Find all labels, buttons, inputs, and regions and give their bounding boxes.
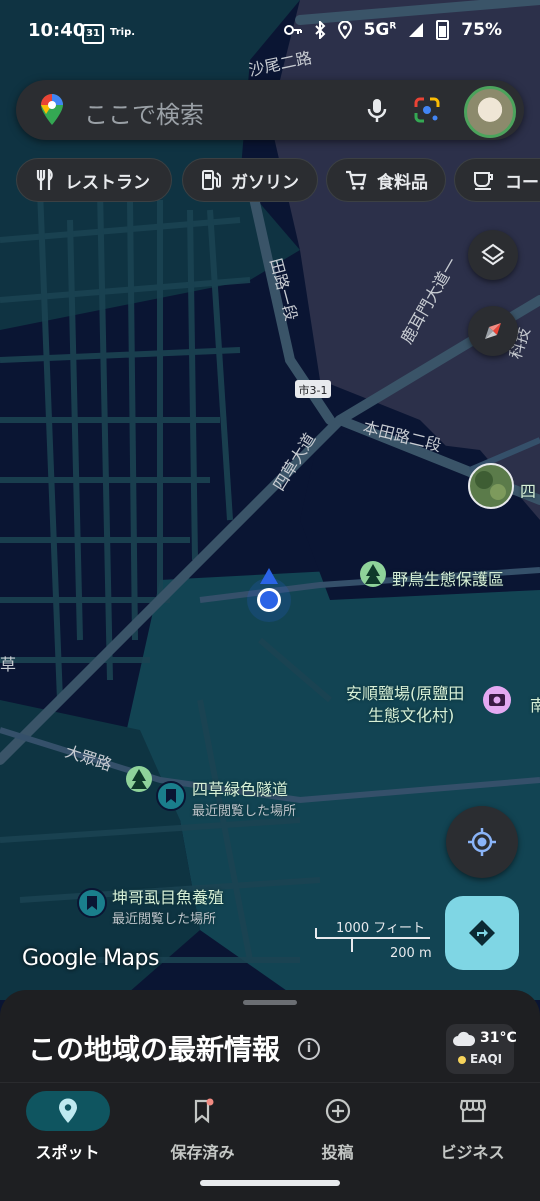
battery-icon [436,20,450,40]
edge-place-label[interactable]: 南 [530,692,540,716]
search-input[interactable]: ここで検索 [84,95,204,130]
chip-grocery[interactable]: 食料品 [326,158,446,202]
place-pin-icon [58,1098,77,1123]
bookmark-icon [77,888,107,918]
status-bar: 10:40 31 Trip. 5GR 75% [0,0,540,66]
nav-contribute[interactable]: 投稿 [270,1083,405,1173]
park-icon [126,766,152,792]
place-label[interactable]: 安順鹽場(原鹽田 生態文化村) [346,683,464,727]
vpn-key-icon [283,25,302,35]
restaurant-icon [36,169,53,190]
search-bar[interactable]: ここで検索 [16,80,524,140]
bookmark-icon [156,781,186,811]
grocery-cart-icon [346,170,367,190]
microphone-icon[interactable] [362,95,392,125]
camera-icon [483,686,511,714]
google-maps-pin-icon [41,94,63,125]
home-indicator[interactable] [200,1180,340,1186]
clock: 10:40 [28,20,86,41]
place-label[interactable]: 野鳥生態保護區 [392,566,504,590]
bluetooth-icon [314,21,325,39]
my-location-icon [468,828,496,856]
sheet-title: この地域の最新情報 [28,1033,281,1066]
coffee-icon [474,172,493,190]
nav-saved[interactable]: 保存済み [135,1083,270,1173]
scale-metric: 200 m [390,946,432,961]
edge-place-label[interactable]: 四 [520,478,536,502]
gas-station-icon [202,170,221,190]
google-lens-icon[interactable] [412,95,442,125]
aqi-dot [458,1056,466,1064]
my-location-button[interactable] [446,806,518,878]
directions-icon [469,920,495,946]
storefront-icon [459,1099,486,1123]
sheet-handle[interactable] [243,1000,297,1005]
nav-explore[interactable]: スポット [0,1083,135,1173]
place-label[interactable]: 坤哥虱目魚養殖 最近閲覧した場所 [112,884,224,927]
scale-imperial: 1000 フィート [336,921,425,936]
aqi-label: EAQI [470,1052,503,1066]
signal-icon [409,23,424,37]
nav-business[interactable]: ビジネス [405,1083,540,1173]
partly-cloudy-icon [453,1031,476,1046]
compass-button[interactable] [468,306,518,356]
app-notification-label: Trip. [110,27,136,38]
location-icon [337,21,352,39]
bookmark-outline-icon [194,1098,213,1124]
calendar-icon: 31 [82,24,104,44]
park-icon [360,561,386,587]
layers-icon [481,243,505,266]
layers-button[interactable] [468,230,518,280]
compass-icon [485,323,501,339]
temperature: 31°C [480,1030,517,1046]
category-chips: レストラン ガソリン 食料品 コーヒー [16,158,540,204]
info-icon[interactable]: i [298,1038,320,1060]
chip-coffee[interactable]: コーヒー [454,158,540,202]
chip-gas[interactable]: ガソリン [182,158,318,202]
network-type: 5GR [363,20,397,40]
weather-widget[interactable]: 31°C EAQI [446,1024,517,1074]
road-label: 草 [0,655,16,674]
photo-pin [468,463,514,509]
route-shield-label: 市3-1 [299,383,328,397]
chip-restaurant[interactable]: レストラン [16,158,172,202]
place-label[interactable]: 四草緑色隧道 最近閲覧した場所 [192,776,296,819]
battery-percent: 75% [461,20,502,40]
google-maps-logo: Google Maps [22,946,159,971]
account-avatar[interactable] [464,86,516,138]
add-circle-icon [325,1098,350,1124]
directions-button[interactable] [445,896,519,970]
